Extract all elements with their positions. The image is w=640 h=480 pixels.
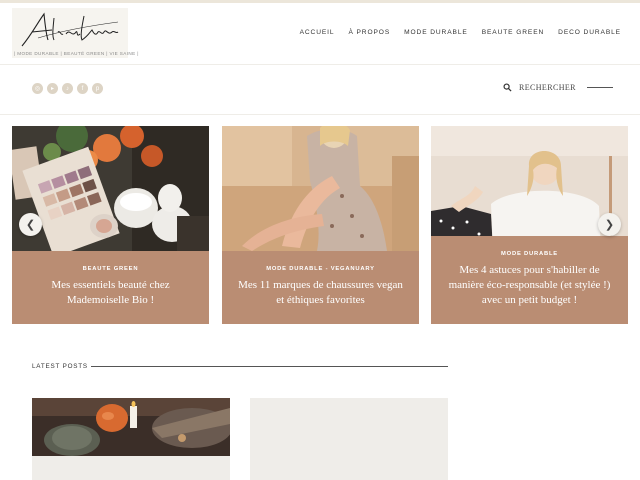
search-trigger[interactable]: RECHERCHER — [503, 83, 613, 92]
slide-1-image — [12, 126, 209, 251]
tiktok-icon[interactable]: ♪ — [62, 83, 73, 94]
slide-2-image — [222, 126, 419, 251]
nav-item-beaute-green[interactable]: BEAUTE GREEN — [482, 29, 544, 36]
featured-slide-2[interactable]: MODE DURABLE - VEGANUARY Mes 11 marques … — [222, 126, 419, 324]
chevron-right-icon: ❯ — [604, 219, 615, 231]
nav-item-mode-durable[interactable]: MODE DURABLE — [404, 29, 468, 36]
instagram-icon[interactable]: ◎ — [32, 83, 43, 94]
pinterest-icon[interactable]: p — [92, 83, 103, 94]
slide-3-image — [431, 126, 628, 251]
search-icon — [503, 83, 512, 92]
chevron-left-icon: ❮ — [25, 219, 36, 231]
search-label: RECHERCHER — [519, 83, 576, 92]
post-1-image — [32, 398, 230, 456]
social-links: ◎ ▸ ♪ f p — [32, 83, 103, 94]
slide-1-category[interactable]: BEAUTE GREEN — [12, 266, 209, 272]
nav-item-a-propos[interactable]: À PROPOS — [348, 29, 390, 36]
latest-post-card-2[interactable] — [250, 398, 448, 480]
nav-item-accueil[interactable]: ACCUEIL — [300, 29, 335, 36]
slide-1-caption: BEAUTE GREEN Mes essentiels beauté chez … — [12, 251, 209, 324]
slide-2-caption: MODE DURABLE - VEGANUARY Mes 11 marques … — [222, 251, 419, 324]
latest-post-card-1[interactable] — [32, 398, 230, 480]
slide-3-category[interactable]: MODE DURABLE — [431, 251, 628, 257]
main-nav: ACCUEIL À PROPOS MODE DURABLE BEAUTE GRE… — [300, 29, 621, 36]
header-divider — [0, 64, 640, 65]
slider-next-button[interactable]: ❯ — [598, 213, 621, 236]
top-accent-line — [0, 0, 640, 3]
slider-prev-button[interactable]: ❮ — [19, 213, 42, 236]
slide-2-category[interactable]: MODE DURABLE - VEGANUARY — [222, 266, 419, 272]
slide-2-title[interactable]: Mes 11 marques de chaussures vegan et ét… — [234, 278, 407, 308]
site-logo[interactable]: | MODE DURABLE | BEAUTÉ GREEN | VIE SAIN… — [12, 8, 139, 58]
toolbar-divider — [0, 114, 640, 115]
logo-script-icon — [21, 12, 119, 47]
logo-tagline: | MODE DURABLE | BEAUTÉ GREEN | VIE SAIN… — [14, 51, 139, 56]
facebook-icon[interactable]: f — [77, 83, 88, 94]
slide-3-title[interactable]: Mes 4 astuces pour s'habiller de manière… — [443, 263, 616, 308]
youtube-icon[interactable]: ▸ — [47, 83, 58, 94]
slide-3-caption: MODE DURABLE Mes 4 astuces pour s'habill… — [431, 236, 628, 324]
nav-item-deco-durable[interactable]: DECO DURABLE — [558, 29, 621, 36]
latest-posts-divider — [91, 366, 448, 367]
latest-posts-heading: LATEST POSTS — [32, 363, 88, 370]
search-underline — [586, 87, 613, 88]
slide-1-title[interactable]: Mes essentiels beauté chez Mademoiselle … — [24, 278, 197, 308]
